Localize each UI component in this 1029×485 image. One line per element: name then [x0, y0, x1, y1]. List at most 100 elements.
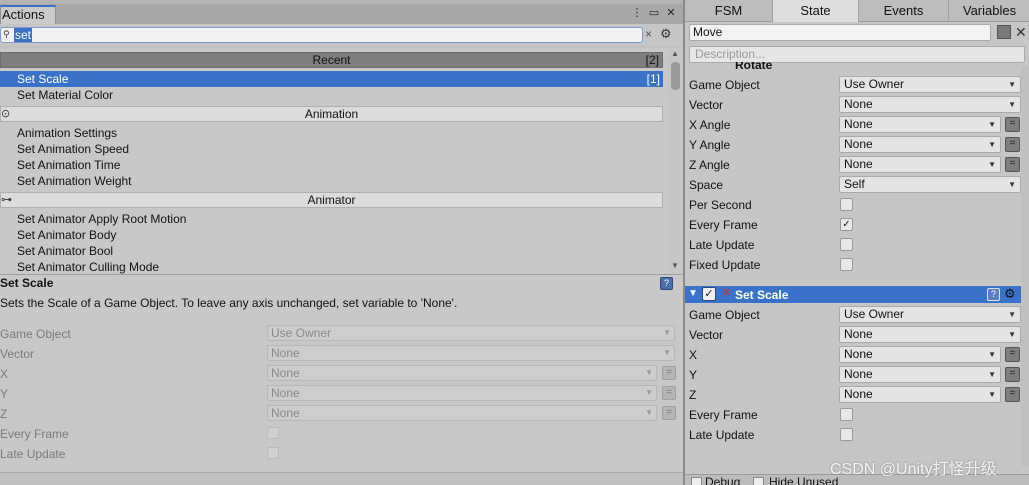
detail-description: Sets the Scale of a Game Object. To leav… — [0, 296, 458, 310]
chevron-down-icon: ▼ — [988, 140, 996, 149]
variable-toggle-button[interactable]: = — [1005, 137, 1020, 152]
actions-tab[interactable]: Actions — [0, 5, 56, 24]
param-select[interactable]: None ▼ — [839, 156, 1001, 173]
param-checkbox[interactable] — [840, 428, 853, 441]
param-value: None — [844, 137, 873, 151]
tab-events[interactable]: Events — [859, 0, 949, 22]
animator-icon: ⊶ — [1, 194, 12, 206]
param-select[interactable]: Self ▼ — [839, 176, 1021, 193]
chevron-down-icon: ▼ — [1008, 310, 1016, 319]
close-icon[interactable]: ✕ — [665, 7, 677, 19]
list-item[interactable]: Set Animator Body — [0, 227, 663, 243]
search-input[interactable]: ⚲ set — [0, 27, 643, 43]
chevron-down-icon: ▼ — [663, 348, 671, 357]
rotate-action-header[interactable]: Rotate — [685, 62, 1029, 74]
param-select[interactable]: None ▼ — [839, 386, 1001, 403]
param-select[interactable]: None ▼ — [839, 326, 1021, 343]
list-item[interactable]: Set Scale [1] — [0, 71, 663, 87]
chevron-down-icon: ▼ — [1008, 80, 1016, 89]
param-value: None — [844, 387, 873, 401]
action-title: Rotate — [735, 62, 773, 72]
chevron-down-icon: ▼ — [988, 390, 996, 399]
param-select[interactable]: None ▼ — [839, 366, 1001, 383]
actions-panel: Actions ⋮ ▭ ✕ ⚲ set × ⚙ Recent [2] Set S… — [0, 4, 683, 485]
state-name-input[interactable]: Move — [689, 24, 991, 41]
variable-toggle-button: = — [662, 406, 676, 420]
param-select[interactable]: None ▼ — [839, 136, 1001, 153]
param-checkbox[interactable] — [840, 238, 853, 251]
category-animation[interactable]: ⊙ Animation — [0, 106, 663, 122]
help-icon[interactable]: ? — [987, 288, 1000, 301]
list-item[interactable]: Set Animator Bool — [0, 243, 663, 259]
param-label: X Angle — [689, 118, 731, 132]
param-value: Use Owner — [844, 307, 905, 321]
scroll-down-icon[interactable]: ▼ — [671, 261, 679, 270]
list-item[interactable]: Set Animator Apply Root Motion — [0, 211, 663, 227]
param-checkbox[interactable] — [840, 198, 853, 211]
actions-tabbar: Actions ⋮ ▭ ✕ — [0, 4, 683, 24]
param-value: None — [844, 327, 873, 341]
list-scrollbar[interactable]: ▲ ▼ — [668, 48, 683, 274]
action-enable-checkbox[interactable]: ✓ — [702, 287, 716, 301]
maximize-icon[interactable]: ▭ — [648, 7, 660, 19]
variable-toggle-button[interactable]: = — [1005, 367, 1020, 382]
list-item[interactable]: Animation Settings — [0, 125, 663, 141]
state-description-input[interactable]: Description... — [689, 46, 1025, 63]
category-animator[interactable]: ⊶ Animator — [0, 192, 663, 208]
list-item[interactable]: Set Animation Time — [0, 157, 663, 173]
param-value: None — [271, 406, 300, 420]
param-label: Late Update — [0, 447, 66, 461]
list-item-label: Animation Settings — [17, 126, 118, 140]
list-item[interactable]: Set Animation Weight — [0, 173, 663, 189]
chevron-down-icon: ▼ — [663, 328, 671, 337]
tab-variables[interactable]: Variables — [949, 0, 1029, 22]
chevron-down-icon: ▼ — [1008, 100, 1016, 109]
gear-icon[interactable]: ⚙ — [660, 26, 672, 42]
param-select[interactable]: None ▼ — [839, 96, 1021, 113]
list-item-label: Set Animator Apply Root Motion — [17, 212, 187, 226]
debug-checkbox[interactable] — [691, 477, 702, 485]
variable-toggle-button[interactable]: = — [1005, 387, 1020, 402]
param-select[interactable]: Use Owner ▼ — [839, 76, 1021, 93]
list-item-label: Set Material Color — [17, 88, 114, 102]
variable-toggle-button[interactable]: = — [1005, 347, 1020, 362]
close-icon[interactable]: ✕ — [1015, 24, 1027, 41]
help-icon[interactable]: ? — [660, 277, 673, 290]
list-item-label: Set Animator Body — [17, 228, 117, 242]
chevron-down-icon: ▼ — [988, 370, 996, 379]
scroll-thumb[interactable] — [671, 62, 680, 90]
param-checkbox[interactable]: ✓ — [840, 218, 853, 231]
chevron-down-icon[interactable]: ▼ — [688, 288, 698, 299]
param-select[interactable]: None ▼ — [839, 346, 1001, 363]
category-label: Recent — [312, 53, 351, 67]
clear-search-icon[interactable]: × — [645, 27, 652, 41]
param-checkbox[interactable] — [840, 408, 853, 421]
variable-toggle-button[interactable]: = — [1005, 157, 1020, 172]
action-list: Recent [2] Set Scale [1] Set Material Co… — [0, 48, 668, 274]
state-color-swatch[interactable] — [997, 25, 1011, 39]
inspector-scrollbar[interactable] — [1021, 66, 1029, 466]
search-icon: ⚲ — [3, 29, 10, 39]
scroll-up-icon[interactable]: ▲ — [671, 49, 679, 58]
action-detail: Set Scale ? Sets the Scale of a Game Obj… — [0, 274, 683, 485]
param-value: None — [844, 117, 873, 131]
search-row: ⚲ set × ⚙ — [0, 24, 683, 46]
setscale-action-header[interactable]: ▼ ✓ ✕ Set Scale ? ⚙ — [685, 286, 1029, 303]
param-select[interactable]: Use Owner ▼ — [839, 306, 1021, 323]
param-select[interactable]: None ▼ — [839, 116, 1001, 133]
chevron-down-icon: ▼ — [1008, 330, 1016, 339]
param-checkbox[interactable] — [840, 258, 853, 271]
variable-toggle-button[interactable]: = — [1005, 117, 1020, 132]
param-value: Use Owner — [844, 77, 905, 91]
gear-icon[interactable]: ⚙ — [1004, 286, 1016, 302]
list-item[interactable]: Set Animator Culling Mode — [0, 259, 663, 274]
list-item[interactable]: Set Animation Speed — [0, 141, 663, 157]
param-value: Use Owner — [271, 326, 332, 340]
hide-unused-checkbox[interactable] — [753, 477, 764, 485]
tab-fsm[interactable]: FSM — [685, 0, 773, 22]
category-recent[interactable]: Recent [2] — [0, 52, 663, 68]
tab-state[interactable]: State — [773, 0, 859, 22]
action-type-icon: ✕ — [722, 287, 732, 299]
list-item[interactable]: Set Material Color — [0, 87, 663, 103]
menu-icon[interactable]: ⋮ — [631, 7, 643, 19]
